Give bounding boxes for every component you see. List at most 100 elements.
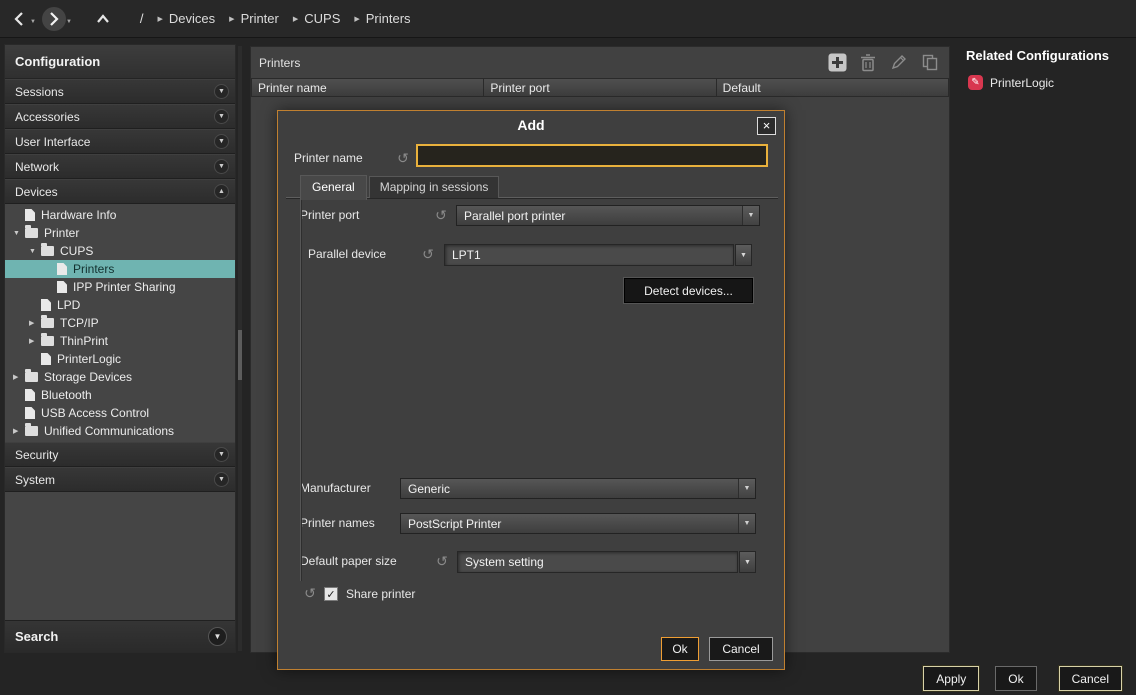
tree-item-unified-communications[interactable]: ▶ Unified Communications xyxy=(5,422,235,440)
app-window: ▼ ▼ / ▶ Devices ▶ Printer ▶ CUPS xyxy=(0,0,1136,695)
parallel-device-input[interactable]: LPT1 xyxy=(444,244,734,266)
reset-icon[interactable]: ↺ xyxy=(302,583,318,604)
close-icon[interactable]: × xyxy=(757,117,776,135)
devices-tree: Hardware Info ▼ Printer ▼ CUPS Printers … xyxy=(5,204,235,442)
add-button[interactable] xyxy=(826,51,848,73)
printer-port-select[interactable]: Parallel port printer ▼ xyxy=(456,205,760,226)
chevron-down-icon: ▼ xyxy=(214,159,229,174)
tree-item-usb-access-control[interactable]: USB Access Control xyxy=(5,404,235,422)
sidebar-item-devices[interactable]: Devices ▲ xyxy=(5,179,235,204)
forward-history-caret[interactable]: ▼ xyxy=(66,19,72,25)
breadcrumb-arrow-icon: ▶ xyxy=(354,15,359,23)
breadcrumb-item-printer[interactable]: ▶ Printer xyxy=(229,11,279,26)
tree-item-printer[interactable]: ▼ Printer xyxy=(5,224,235,242)
printer-names-select[interactable]: PostScript Printer ▼ xyxy=(400,513,756,534)
default-paper-size-dropdown-button[interactable]: ▼ xyxy=(739,551,756,573)
section-label: Network xyxy=(15,160,59,174)
reset-icon[interactable]: ↺ xyxy=(420,244,436,265)
detect-devices-button[interactable]: Detect devices... xyxy=(624,278,753,303)
printer-name-input[interactable] xyxy=(416,144,768,167)
column-default[interactable]: Default xyxy=(717,78,949,97)
chevron-down-icon: ▼ xyxy=(214,134,229,149)
chevron-up-icon: ▲ xyxy=(214,184,229,199)
breadcrumb-label: Devices xyxy=(169,11,215,26)
sidebar-scrollbar[interactable] xyxy=(238,46,242,651)
folder-icon xyxy=(41,336,54,346)
breadcrumb-arrow-icon: ▶ xyxy=(229,15,234,23)
chevron-down-icon: ▼ xyxy=(742,206,759,225)
collapsed-arrow-icon[interactable]: ▶ xyxy=(29,337,41,345)
add-dialog: Add × Printer name ↺ General Mapping in … xyxy=(277,110,785,670)
sidebar-item-sessions[interactable]: Sessions ▼ xyxy=(5,79,235,104)
dialog-title: Add xyxy=(278,117,784,133)
sidebar-item-network[interactable]: Network ▼ xyxy=(5,154,235,179)
tree-label: Bluetooth xyxy=(41,388,92,402)
collapsed-arrow-icon[interactable]: ▶ xyxy=(29,319,41,327)
collapsed-arrow-icon[interactable]: ▶ xyxy=(13,373,25,381)
tree-item-thinprint[interactable]: ▶ ThinPrint xyxy=(5,332,235,350)
sidebar-item-security[interactable]: Security ▼ xyxy=(5,442,235,467)
ok-button[interactable]: Ok xyxy=(995,666,1036,691)
section-label: Accessories xyxy=(15,110,80,124)
panel-title: Printers xyxy=(259,56,300,70)
breadcrumb-root[interactable]: / xyxy=(140,11,144,26)
tree-item-tcpip[interactable]: ▶ TCP/IP xyxy=(5,314,235,332)
tree-item-bluetooth[interactable]: Bluetooth xyxy=(5,386,235,404)
dialog-ok-button[interactable]: Ok xyxy=(661,637,699,661)
tree-item-hardware-info[interactable]: Hardware Info xyxy=(5,206,235,224)
share-printer-checkbox[interactable]: ✓ xyxy=(324,587,338,601)
duplicate-button[interactable] xyxy=(919,51,941,73)
tree-item-printerlogic[interactable]: PrinterLogic xyxy=(5,350,235,368)
expanded-arrow-icon[interactable]: ▼ xyxy=(29,248,41,255)
tree-label: Storage Devices xyxy=(44,370,132,384)
tree-label: PrinterLogic xyxy=(57,352,121,366)
document-icon xyxy=(25,389,35,401)
reset-icon[interactable]: ↺ xyxy=(434,551,450,572)
related-item-printerlogic[interactable]: ✎ PrinterLogic xyxy=(968,75,1136,90)
manufacturer-select[interactable]: Generic ▼ xyxy=(400,478,756,499)
scrollbar-handle[interactable] xyxy=(238,330,242,380)
search-panel-toggle[interactable]: Search ▼ xyxy=(5,620,235,652)
tree-item-lpd[interactable]: LPD xyxy=(5,296,235,314)
back-history-caret[interactable]: ▼ xyxy=(30,19,36,25)
breadcrumb-item-devices[interactable]: ▶ Devices xyxy=(158,11,216,26)
edit-button[interactable] xyxy=(888,51,910,73)
collapsed-arrow-icon[interactable]: ▶ xyxy=(13,427,25,435)
folder-icon xyxy=(41,318,54,328)
up-button[interactable] xyxy=(92,7,114,31)
delete-button[interactable] xyxy=(857,51,879,73)
printers-toolbar xyxy=(826,51,941,73)
expanded-arrow-icon[interactable]: ▼ xyxy=(13,230,25,237)
tab-general[interactable]: General xyxy=(300,175,367,200)
breadcrumb-item-printers[interactable]: ▶ Printers xyxy=(354,11,410,26)
tab-mapping-in-sessions[interactable]: Mapping in sessions xyxy=(369,176,500,198)
sidebar-item-accessories[interactable]: Accessories ▼ xyxy=(5,104,235,129)
tree-label: Unified Communications xyxy=(44,424,174,438)
tree-item-cups[interactable]: ▼ CUPS xyxy=(5,242,235,260)
column-printer-name[interactable]: Printer name xyxy=(251,78,484,97)
tree-item-printers[interactable]: Printers xyxy=(5,260,235,278)
cancel-button[interactable]: Cancel xyxy=(1059,666,1122,691)
breadcrumb-item-cups[interactable]: ▶ CUPS xyxy=(293,11,341,26)
chevron-down-icon: ▼ xyxy=(214,472,229,487)
section-label: Devices xyxy=(15,185,58,199)
column-printer-port[interactable]: Printer port xyxy=(484,78,716,97)
reset-icon[interactable]: ↺ xyxy=(433,205,449,226)
parallel-device-dropdown-button[interactable]: ▼ xyxy=(735,244,752,266)
back-button[interactable] xyxy=(8,7,30,31)
plus-icon xyxy=(828,53,847,72)
forward-button[interactable] xyxy=(42,7,66,31)
sidebar-item-user-interface[interactable]: User Interface ▼ xyxy=(5,129,235,154)
sidebar-item-system[interactable]: System ▼ xyxy=(5,467,235,492)
sidebar-title: Configuration xyxy=(5,45,235,79)
edit-glyph-icon: ✎ xyxy=(971,77,979,88)
reset-icon[interactable]: ↺ xyxy=(395,148,411,169)
tree-item-storage-devices[interactable]: ▶ Storage Devices xyxy=(5,368,235,386)
history-nav: ▼ ▼ xyxy=(8,7,114,31)
chevron-down-icon: ▼ xyxy=(214,84,229,99)
dialog-cancel-button[interactable]: Cancel xyxy=(709,637,773,661)
check-icon: ✓ xyxy=(326,588,335,601)
apply-button[interactable]: Apply xyxy=(923,666,979,691)
tree-item-ipp-printer-sharing[interactable]: IPP Printer Sharing xyxy=(5,278,235,296)
default-paper-size-input[interactable]: System setting xyxy=(457,551,738,573)
